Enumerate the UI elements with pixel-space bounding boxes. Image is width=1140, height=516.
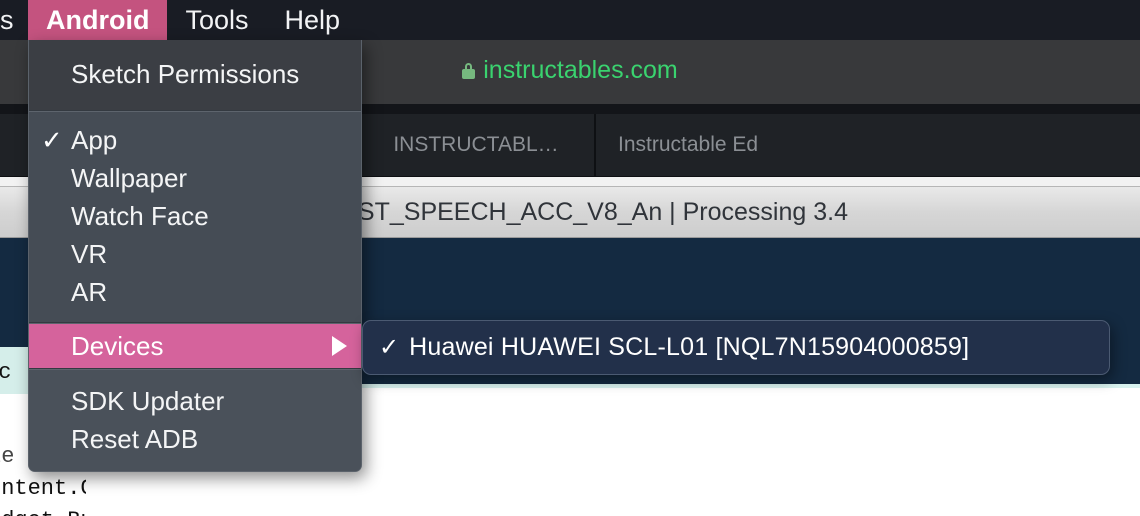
code-line: idget.Button;: [0, 508, 86, 516]
lock-icon: [462, 62, 476, 79]
device-label: Huawei HUAWEI SCL-L01 [NQL7N15904000859]: [409, 333, 970, 361]
android-dropdown-menu: Sketch Permissions ✓ App Wallpaper Watch…: [28, 40, 362, 472]
check-icon: ✓: [379, 334, 400, 361]
menu-item-label: VR: [71, 238, 108, 269]
code-line: cc: [0, 360, 12, 385]
menu-item-label: Sketch Permissions: [71, 58, 300, 89]
code-line: ie: [0, 444, 15, 469]
menu-item-label: AR: [71, 276, 108, 307]
menu-item-label: Devices: [71, 330, 164, 361]
menu-item-reset-adb[interactable]: Reset ADB: [29, 420, 361, 458]
menu-item-android[interactable]: Android: [28, 0, 168, 40]
browser-tab[interactable]: Instructable Ed: [596, 114, 906, 176]
menu-item-label: SDK Updater: [71, 385, 225, 416]
menu-item-sdk-updater[interactable]: SDK Updater: [29, 382, 361, 420]
check-icon: ✓: [41, 125, 63, 155]
dropdown-section-permissions: Sketch Permissions: [29, 40, 361, 110]
menu-item-device[interactable]: ✓ Huawei HUAWEI SCL-L01 [NQL7N1590400085…: [363, 333, 969, 362]
page-title: TEST_SPEECH_ACC_V8_An | Processing 3.4: [325, 197, 848, 226]
menu-item-wallpaper[interactable]: Wallpaper: [29, 159, 361, 197]
screen-root: instructables.com e Roo… In-Situ - Googl…: [0, 0, 1140, 516]
menu-item-devices[interactable]: Devices: [29, 324, 361, 368]
menu-item-label: Reset ADB: [71, 423, 199, 454]
code-line: ontent.Context;: [0, 476, 86, 501]
submenu-arrow-icon: [332, 336, 347, 356]
menu-item-app[interactable]: ✓ App: [29, 121, 361, 159]
menu-item-tools[interactable]: Tools: [167, 0, 266, 40]
dropdown-section-tools: SDK Updater Reset ADB: [29, 370, 361, 471]
dropdown-section-devices: Devices: [29, 324, 361, 368]
menu-item-watch-face[interactable]: Watch Face: [29, 197, 361, 235]
menu-item-label: Watch Face: [71, 200, 209, 231]
menu-item-label: Wallpaper: [71, 162, 188, 193]
menu-bar: s Android Tools Help: [0, 0, 1140, 40]
menu-item-help[interactable]: Help: [267, 0, 359, 40]
menu-item-partial[interactable]: s: [0, 0, 28, 40]
processing-title-content: TEST_SPEECH_ACC_V8_An | Processing 3.4: [291, 197, 848, 227]
url-bar-content: instructables.com: [462, 56, 678, 85]
menu-item-ar[interactable]: AR: [29, 273, 361, 311]
devices-submenu: ✓ Huawei HUAWEI SCL-L01 [NQL7N1590400085…: [362, 320, 1110, 375]
menu-item-label: App: [71, 124, 118, 155]
menu-item-sketch-permissions[interactable]: Sketch Permissions: [29, 52, 361, 96]
url-text: instructables.com: [483, 56, 678, 84]
menu-item-vr[interactable]: VR: [29, 235, 361, 273]
browser-tab[interactable]: INSTRUCTABL…: [358, 114, 596, 176]
dropdown-section-modes: ✓ App Wallpaper Watch Face VR AR: [29, 112, 361, 322]
